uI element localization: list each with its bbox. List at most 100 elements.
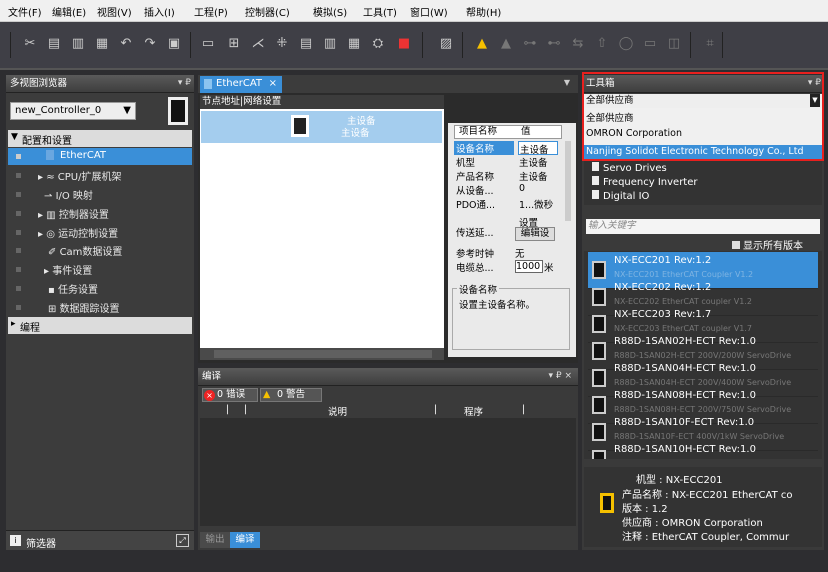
tree-item-data-trace[interactable]: ⊞ 数据跟踪设置 xyxy=(48,300,120,315)
tree-icon[interactable]: ⊞ xyxy=(226,36,242,52)
warning-off-icon[interactable]: ▲ xyxy=(498,36,514,52)
cable-length-unit: 米 xyxy=(544,263,554,274)
programming-header[interactable]: ▸ 编程 xyxy=(8,317,192,334)
menu-controller[interactable]: 控制器(C) xyxy=(245,4,290,19)
redo-icon[interactable]: ↷ xyxy=(142,36,158,52)
tree-item-cam-data[interactable]: ✐ Cam数据设置 xyxy=(48,243,122,258)
category-servo[interactable]: Servo Drives xyxy=(592,162,667,174)
cross-ref-icon[interactable]: ⁜ xyxy=(274,36,290,52)
undo-icon[interactable]: ↶ xyxy=(118,36,134,52)
edit-settings-button[interactable]: 编辑设 xyxy=(515,227,555,241)
description-text: 设置主设备名称。 xyxy=(459,300,536,311)
controller-select[interactable]: new_Controller_0 ▼ xyxy=(10,102,136,120)
monitor-icon[interactable]: ◯ xyxy=(618,36,634,52)
tree-item-controller-settings[interactable]: ▸ ▥ 控制器设置 xyxy=(38,206,109,221)
show-all-versions-toggle[interactable]: 显示所有版本 xyxy=(732,237,803,252)
properties-panel: 项目名称 值 设备名称 主设备 机型 主设备 产品名称 主设备 从设备... 0 PD… xyxy=(448,123,576,357)
cable-length-label: 电缆总... xyxy=(456,263,494,274)
tab-list-icon[interactable]: ▼ xyxy=(564,78,570,87)
master-device-node[interactable]: 主设备 主设备 xyxy=(201,111,442,143)
filter-toggle-icon[interactable]: ⤢ xyxy=(176,534,189,547)
keyword-search-input[interactable]: 输入关键字 xyxy=(586,219,820,234)
explorer-title: 多视图浏览器 xyxy=(10,78,68,89)
menu-tools[interactable]: 工具(T) xyxy=(363,4,397,19)
category-digital-io[interactable]: Digital IO xyxy=(592,190,649,202)
stop-icon[interactable]: ■ xyxy=(396,36,412,52)
device-list: NX-ECC201 Rev:1.2 NX-ECC201 EtherCAT Coup… xyxy=(584,251,822,459)
network-canvas[interactable]: 节点地址|网络设置 主设备 主设备 xyxy=(200,95,444,355)
tab-close-icon[interactable]: × xyxy=(269,76,277,92)
tab-output[interactable]: 输出 xyxy=(200,532,230,548)
scroll-thumb[interactable] xyxy=(214,350,432,358)
menu-simulate[interactable]: 模拟(S) xyxy=(313,4,347,19)
tree-item-tasks[interactable]: ▪ 任务设置 xyxy=(48,281,98,296)
table-icon[interactable]: ▤ xyxy=(298,36,314,52)
compile-results xyxy=(200,418,576,526)
menu-insert[interactable]: 插入(I) xyxy=(144,4,175,19)
tree-item-cpu-rack[interactable]: ▸ ≈ CPU/扩展机架 xyxy=(38,168,121,183)
save-icon[interactable]: ▣ xyxy=(166,36,182,52)
errors-filter[interactable]: × 0 错误 xyxy=(202,388,258,402)
compile-columns: | | 说明 | 程序 | xyxy=(226,404,526,418)
controller-icon xyxy=(168,97,188,125)
properties-header: 项目名称 值 xyxy=(454,125,562,139)
info-icon: i xyxy=(10,535,21,546)
grid-icon[interactable]: ▦ xyxy=(346,36,362,52)
tree-item-ethercat[interactable]: EtherCAT xyxy=(8,148,192,165)
tree-item-io-map[interactable]: ⇀ I/O 映射 xyxy=(44,187,93,202)
tree-item-motion-settings[interactable]: ▸ ◎ 运动控制设置 xyxy=(38,225,118,240)
offline-icon[interactable]: ⊷ xyxy=(546,36,562,52)
compile-title: 编译 xyxy=(202,371,222,382)
explorer-pin-icon[interactable]: ▾ ₽ xyxy=(178,75,191,92)
screen-icon[interactable]: ▭ xyxy=(642,36,658,52)
properties-scrollbar[interactable] xyxy=(565,141,571,221)
cable-length-input[interactable]: 1000 xyxy=(515,260,543,273)
node-address-header: 节点地址|网络设置 xyxy=(200,95,444,109)
config-label: 配置和设置 xyxy=(22,136,72,147)
copy-icon[interactable]: ▤ xyxy=(46,36,62,52)
config-header[interactable]: ▼ 配置和设置 xyxy=(8,130,192,147)
ref-clock-value: 无 xyxy=(515,249,525,260)
connect-icon[interactable]: ⋌ xyxy=(250,36,266,52)
ref-clock-label: 参考时钟 xyxy=(456,249,495,260)
transfer-icon[interactable]: ⇆ xyxy=(570,36,586,52)
device-info-panel: 机型 : NX-ECC201 产品名称 : NX-ECC201 EtherCAT… xyxy=(584,467,822,547)
menu-help[interactable]: 帮助(H) xyxy=(466,4,501,19)
col-description[interactable]: 说明 xyxy=(328,404,347,418)
category-inverter[interactable]: Frequency Inverter xyxy=(592,176,698,188)
ethercat-editor: EtherCAT × ▼ 节点地址|网络设置 主设备 主设备 项目名称 值 设备… xyxy=(198,75,578,363)
compile-pin-icon[interactable]: ▾ ₽ × xyxy=(548,368,572,385)
build-icon[interactable]: ▭ xyxy=(200,36,216,52)
col-program[interactable]: 程序 xyxy=(464,404,483,418)
warnings-filter[interactable]: ▲ 0 警告 xyxy=(260,388,322,402)
horizontal-scrollbar[interactable] xyxy=(200,348,444,360)
paste-icon[interactable]: ▥ xyxy=(70,36,86,52)
menu-project[interactable]: 工程(P) xyxy=(194,4,228,19)
ethercat-tab-icon xyxy=(204,79,212,89)
device-item-r88d-10h[interactable]: R88D-1SAN10H-ECT Rev:1.0 xyxy=(588,441,818,459)
menu-view[interactable]: 视图(V) xyxy=(97,4,132,19)
tab-compile[interactable]: 编译 xyxy=(230,532,260,548)
window-icon[interactable]: ◫ xyxy=(666,36,682,52)
toolbar: ✂ ▤ ▥ ▦ ↶ ↷ ▣ ▭ ⊞ ⋌ ⁜ ▤ ▥ ▦ ⛭ ■ ▨ ▲ ▲ ⊶ … xyxy=(0,22,828,70)
online-icon[interactable]: ⊶ xyxy=(522,36,538,52)
watch-icon[interactable]: ▥ xyxy=(322,36,338,52)
warning-icon[interactable]: ▲ xyxy=(474,36,490,52)
tab-ethercat[interactable]: EtherCAT × xyxy=(200,76,282,93)
menu-file[interactable]: 文件(F) xyxy=(8,4,42,19)
find-icon[interactable]: ⛭ xyxy=(370,36,386,52)
menu-window[interactable]: 窗口(W) xyxy=(410,4,448,19)
chevron-down-icon: ▼ xyxy=(123,105,131,116)
layout-icon[interactable]: ⌗ xyxy=(702,36,718,52)
compile-icon[interactable]: ▨ xyxy=(438,36,454,52)
prop-name-device[interactable]: 设备名称 xyxy=(454,141,514,155)
upload-icon[interactable]: ⇧ xyxy=(594,36,610,52)
expand-icon: ▸ xyxy=(11,319,16,329)
menu-bar: 文件(F) 编辑(E) 视图(V) 插入(I) 工程(P) 控制器(C) 模拟(… xyxy=(0,0,828,22)
warning-triangle-icon: ▲ xyxy=(263,389,271,400)
cut-icon[interactable]: ✂ xyxy=(22,36,38,52)
menu-edit[interactable]: 编辑(E) xyxy=(52,4,86,19)
prop-value-device[interactable]: 主设备 xyxy=(518,141,558,156)
tree-item-events[interactable]: ▸ 事件设置 xyxy=(44,262,92,277)
delete-icon[interactable]: ▦ xyxy=(94,36,110,52)
